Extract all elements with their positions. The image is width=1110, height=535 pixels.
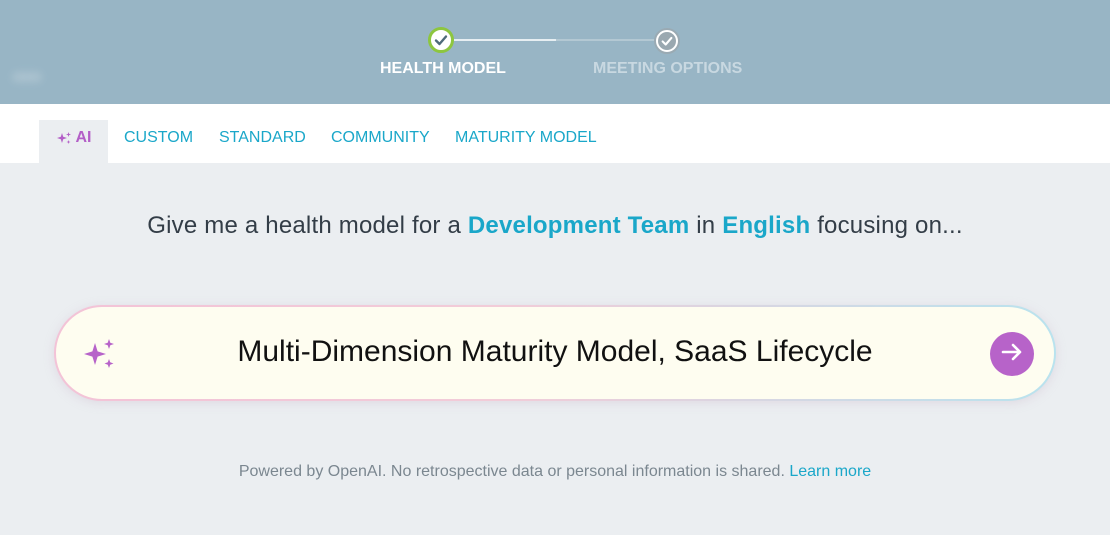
learn-more-link[interactable]: Learn more [789,463,871,480]
sparkles-icon [81,337,117,373]
step-label-meeting-options[interactable]: MEETING OPTIONS [593,60,742,78]
prompt-sentence: Give me a health model for a Development… [0,212,1110,240]
tab-community[interactable]: COMMUNITY [331,120,430,163]
tab-maturity-model[interactable]: MATURITY MODEL [455,120,597,163]
step-label-health-model[interactable]: HEALTH MODEL [380,60,506,78]
sparkle-icon [56,131,72,145]
arrow-right-icon [999,339,1025,370]
top-banner: HEALTH MODEL MEETING OPTIONS [0,0,1110,104]
language-selector[interactable]: English [722,212,810,239]
privacy-note-text: Powered by OpenAI. No retrospective data… [238,463,785,480]
ai-prompt-value[interactable]: Multi-Dimension Maturity Model, SaaS Lif… [136,335,974,369]
stepper-line-complete [454,39,556,41]
tab-ai-label: AI [75,128,92,146]
prompt-connector: in [696,212,716,239]
prompt-prefix: Give me a health model for a [147,212,462,239]
template-source-tabs: AI CUSTOM STANDARD COMMUNITY MATURITY MO… [0,104,1110,163]
tab-custom[interactable]: CUSTOM [124,120,193,163]
check-icon [432,31,450,49]
ai-prompt-input[interactable]: Multi-Dimension Maturity Model, SaaS Lif… [54,305,1056,401]
blurred-background-mark [12,72,42,82]
step-health-model-indicator[interactable] [428,27,454,53]
step-meeting-options-indicator[interactable] [654,28,680,54]
blurred-background-title [75,62,82,90]
prompt-suffix: focusing on... [817,212,963,239]
privacy-note: Powered by OpenAI. No retrospective data… [0,463,1110,481]
team-type-selector[interactable]: Development Team [468,212,690,239]
check-icon [658,32,676,50]
tab-ai[interactable]: AI [39,120,108,163]
stepper-line-pending [556,39,656,41]
submit-button[interactable] [990,332,1034,376]
tab-standard[interactable]: STANDARD [219,120,306,163]
